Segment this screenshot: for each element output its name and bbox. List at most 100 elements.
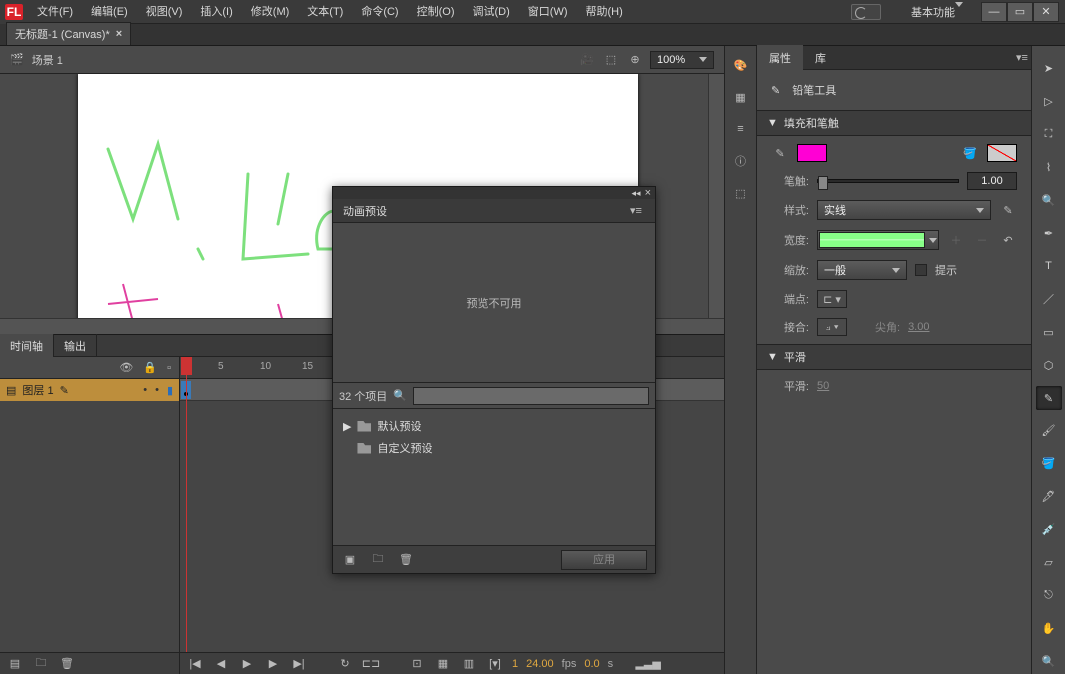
menu-modify[interactable]: 修改(M) [242,0,299,24]
center-stage-icon[interactable]: ⊕ [626,51,644,69]
output-tab[interactable]: 输出 [54,334,97,358]
stroke-style-dropdown[interactable]: 实线 [817,200,991,220]
playhead[interactable] [186,357,187,674]
align-panel-icon[interactable]: ≡ [732,120,750,138]
eyedropper-tool[interactable]: 💉 [1036,517,1062,542]
menu-insert[interactable]: 插入(I) [191,0,241,24]
sync-settings-icon[interactable] [851,4,881,20]
width-profile-dropdown[interactable] [817,230,939,250]
oval-tool[interactable]: ⬡ [1036,353,1062,378]
panel-collapse-icon[interactable]: ◂◂ [632,188,641,199]
new-folder-icon[interactable]: 🗀 [32,655,50,673]
menu-edit[interactable]: 编辑(E) [82,0,137,24]
transform-panel-icon[interactable]: ⬚ [732,184,750,202]
delete-preset-icon[interactable]: 🗑 [397,551,415,569]
join-dropdown[interactable]: ⟓ ▾ [817,318,847,336]
edit-style-icon[interactable]: ✎ [999,201,1017,219]
menu-command[interactable]: 命令(C) [352,0,407,24]
stroke-color-swatch[interactable] [797,144,827,162]
cap-dropdown[interactable]: ⊏ ▾ [817,290,847,308]
paint-bucket-tool[interactable]: 🪣 [1036,451,1062,476]
apply-button[interactable]: 应用 [561,550,647,570]
last-frame-icon[interactable]: ▶| [290,655,308,673]
menu-help[interactable]: 帮助(H) [577,0,632,24]
fps-value[interactable]: 24.00 [526,658,554,670]
loop-icon[interactable]: ↻ [336,655,354,673]
eraser-tool[interactable]: ▱ [1036,550,1062,575]
smooth-value[interactable]: 50 [817,380,829,392]
brush-tool[interactable]: 🖌 [1036,418,1062,443]
edit-multi-icon[interactable]: ▥ [460,655,478,673]
outline-header-icon[interactable]: ▫ [167,362,171,374]
stage-scrollbar-vertical[interactable] [708,74,724,318]
onion-skin-icon[interactable]: ⊏⊐ [362,655,380,673]
document-tab[interactable]: 无标题-1 (Canvas)* × [6,22,131,45]
ink-bottle-tool[interactable]: 🖋 [1036,484,1062,509]
text-tool[interactable]: T [1036,254,1062,279]
tree-folder-default[interactable]: ▶默认预设 [337,415,651,437]
info-panel-icon[interactable]: ⓘ [732,152,750,170]
preset-search-input[interactable] [413,387,649,405]
preset-tree[interactable]: ▶默认预设 ▶自定义预设 [333,409,655,545]
pen-tool[interactable]: ✒ [1036,221,1062,246]
menu-window[interactable]: 窗口(W) [519,0,577,24]
section-smooth[interactable]: ▼平滑 [757,344,1031,370]
lock-header-icon[interactable]: 🔒 [143,361,157,374]
hinting-checkbox[interactable] [915,264,927,276]
reset-width-icon[interactable]: ↶ [999,231,1017,249]
free-transform-tool[interactable]: ⛶ [1036,122,1062,147]
fill-color-swatch[interactable] [987,144,1017,162]
onion-outline-icon[interactable]: ▦ [434,655,452,673]
new-preset-folder-icon[interactable]: 🗀 [369,551,387,569]
visibility-header-icon[interactable]: 👁 [119,361,133,374]
current-frame[interactable]: 1 [512,658,518,670]
menu-file[interactable]: 文件(F) [28,0,82,24]
first-frame-icon[interactable]: |◀ [186,655,204,673]
prev-frame-icon[interactable]: ◀ [212,655,230,673]
menu-control[interactable]: 控制(O) [408,0,464,24]
minimize-button[interactable]: — [981,2,1007,22]
zoom-tool-icon[interactable]: 🔍 [1036,188,1062,213]
lasso-tool[interactable]: ⌇ [1036,155,1062,180]
save-preset-icon[interactable]: ▣ [341,551,359,569]
scene-icon[interactable]: 🎬 [10,53,24,66]
miter-value[interactable]: 3.00 [908,321,929,333]
selection-tool[interactable]: ➤ [1036,56,1062,81]
workspace-switcher[interactable]: 基本功能 [905,4,969,20]
add-width-icon[interactable]: ＋ [947,231,965,249]
timeline-zoom-slider[interactable]: ▂▃▅ [639,655,657,673]
delete-layer-icon[interactable]: 🗑 [58,655,76,673]
line-tool[interactable]: ／ [1036,287,1062,312]
close-tab-icon[interactable]: × [116,28,122,40]
motion-presets-panel[interactable]: ◂◂ × 动画预设 ▾≡ 预览不可用 32 个项目 🔍 ▶默认预设 ▶自定义预设… [332,186,656,574]
tree-folder-custom[interactable]: ▶自定义预设 [337,437,651,459]
scale-dropdown[interactable]: 一般 [817,260,907,280]
pencil-tool[interactable]: ✎ [1036,386,1062,411]
swatches-panel-icon[interactable]: ▦ [732,88,750,106]
hand-tool[interactable]: ✋ [1036,616,1062,641]
preset-panel-menu-icon[interactable]: ▾≡ [627,202,645,220]
maximize-button[interactable]: ▭ [1007,2,1033,22]
menu-text[interactable]: 文本(T) [298,0,352,24]
magnifier-tool[interactable]: 🔍 [1036,649,1062,674]
rectangle-tool[interactable]: ▭ [1036,320,1062,345]
panel-menu-icon[interactable]: ▾≡ [1013,49,1031,67]
edit-scene-icon[interactable]: 🎥 [578,51,596,69]
section-fill-stroke[interactable]: ▼填充和笔触 [757,110,1031,136]
layer-row[interactable]: ▤ 图层 1 ✎ ••▮ [0,379,179,401]
menu-view[interactable]: 视图(V) [137,0,192,24]
menu-debug[interactable]: 调试(D) [464,0,519,24]
timeline-tab[interactable]: 时间轴 [0,334,54,358]
edit-symbol-icon[interactable]: ⬚ [602,51,620,69]
next-frame-icon[interactable]: ▶ [264,655,282,673]
panel-close-icon[interactable]: × [645,187,651,199]
stroke-weight-field[interactable]: 1.00 [967,172,1017,190]
close-button[interactable]: ✕ [1033,2,1059,22]
library-tab[interactable]: 库 [803,45,838,71]
color-panel-icon[interactable]: 🎨 [732,56,750,74]
stroke-weight-slider[interactable] [817,179,959,183]
marker-icon[interactable]: [▾] [486,655,504,673]
new-layer-icon[interactable]: ▤ [6,655,24,673]
camera-tool[interactable]: ⎋ [1036,583,1062,608]
zoom-field[interactable]: 100% [650,51,714,69]
